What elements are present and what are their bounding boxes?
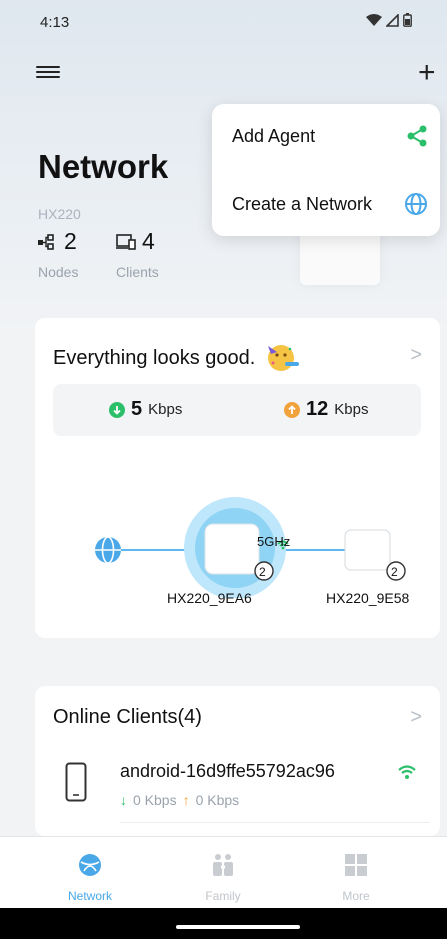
wifi-strength-icon bbox=[398, 765, 416, 779]
nav-family[interactable]: Family bbox=[173, 837, 273, 909]
page-title: Network bbox=[38, 148, 169, 185]
row-divider bbox=[120, 822, 430, 823]
topology-diagram bbox=[95, 497, 406, 598]
add-button[interactable]: + bbox=[418, 58, 436, 88]
menu-button[interactable] bbox=[36, 63, 60, 83]
wifi-icon bbox=[366, 14, 382, 26]
menu-item-create-network[interactable]: Create a Network bbox=[232, 184, 428, 224]
menu-item-label: Add Agent bbox=[232, 125, 316, 146]
download-arrow-icon bbox=[109, 401, 125, 418]
client-name: android-16d9ffe55792ac96 bbox=[120, 761, 335, 781]
down-arrow-icon: ↓ bbox=[120, 792, 127, 808]
satellite-node-badge: 2 bbox=[391, 565, 398, 579]
status-time: 4:13 bbox=[40, 14, 70, 31]
up-arrow-icon: ↑ bbox=[182, 792, 190, 808]
nodes-stat[interactable]: 2 bbox=[38, 228, 77, 255]
nodes-icon bbox=[38, 233, 54, 250]
client-traffic: ↓ 0 Kbps ↑ 0 Kbps bbox=[120, 792, 239, 808]
chevron-right-icon: > bbox=[410, 344, 422, 366]
upload-speed: 12 Kbps bbox=[284, 398, 368, 421]
download-value: 5 bbox=[131, 398, 143, 420]
family-icon bbox=[213, 854, 233, 876]
band-label: 5GHz bbox=[257, 534, 291, 549]
upload-value: 12 bbox=[306, 398, 329, 420]
menu-item-label: Create a Network bbox=[232, 193, 373, 214]
globe-icon bbox=[405, 193, 427, 215]
client-down-rate: 0 Kbps bbox=[133, 792, 177, 808]
download-speed: 5 Kbps bbox=[109, 398, 182, 421]
nav-label: More bbox=[342, 889, 370, 903]
bottom-nav: Network Family More bbox=[0, 836, 447, 909]
device-icon bbox=[116, 233, 136, 250]
nav-label: Network bbox=[67, 889, 112, 903]
model-name: HX220 bbox=[38, 206, 81, 222]
menu-item-add-agent[interactable]: Add Agent bbox=[232, 116, 428, 156]
nav-network[interactable]: Network bbox=[40, 837, 140, 909]
share-icon bbox=[407, 125, 427, 147]
internet-globe-icon bbox=[95, 536, 121, 564]
client-up-rate: 0 Kbps bbox=[195, 792, 240, 808]
nav-label: Family bbox=[205, 889, 241, 903]
clients-label: Clients bbox=[116, 264, 159, 280]
phone-icon bbox=[65, 762, 87, 802]
nodes-count: 2 bbox=[64, 228, 77, 254]
battery-icon bbox=[403, 13, 412, 27]
add-menu: Add Agent Create a Network bbox=[212, 104, 440, 236]
system-icons bbox=[366, 13, 412, 27]
upload-arrow-icon bbox=[284, 401, 300, 418]
chevron-right-icon: > bbox=[410, 706, 422, 728]
upload-unit: Kbps bbox=[334, 401, 369, 418]
signal-icon bbox=[386, 13, 399, 27]
main-node-badge: 2 bbox=[259, 565, 266, 579]
status-bar: 4:13 bbox=[0, 0, 447, 46]
clients-title: Online Clients(4) bbox=[53, 706, 202, 728]
system-nav-bar bbox=[0, 908, 447, 939]
nodes-label: Nodes bbox=[38, 264, 79, 280]
home-indicator[interactable] bbox=[176, 925, 300, 929]
clients-count: 4 bbox=[142, 228, 155, 254]
network-globe-icon bbox=[79, 854, 101, 876]
nav-more[interactable]: More bbox=[306, 837, 406, 909]
main-node-name[interactable]: HX220_9EA6 bbox=[167, 590, 252, 606]
client-row[interactable]: android-16d9ffe55792ac96 ↓ 0 Kbps ↑ 0 Kb… bbox=[35, 756, 440, 826]
network-status-card[interactable]: Everything looks good. > 5 Kbps 12 Kbps bbox=[35, 318, 440, 638]
online-clients-card[interactable]: Online Clients(4) > android-16d9ffe55792… bbox=[35, 686, 440, 836]
grid-icon bbox=[345, 854, 367, 876]
download-unit: Kbps bbox=[148, 401, 183, 418]
status-title: Everything looks good. bbox=[53, 346, 256, 369]
clients-stat[interactable]: 4 bbox=[116, 228, 155, 255]
satellite-node-name[interactable]: HX220_9E58 bbox=[326, 590, 409, 606]
speed-box: 5 Kbps 12 Kbps bbox=[53, 384, 421, 436]
party-emoji-icon bbox=[268, 345, 300, 371]
